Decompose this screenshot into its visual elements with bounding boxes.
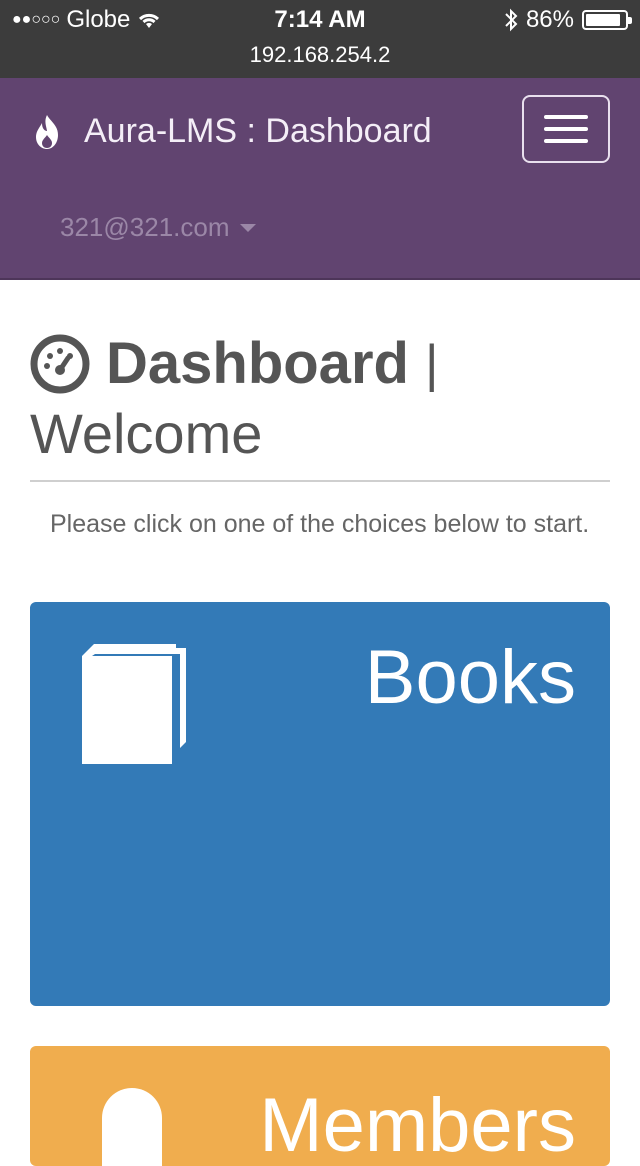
members-card-title: Members xyxy=(259,1083,576,1166)
page-title: Dashboard xyxy=(106,331,409,396)
caret-down-icon xyxy=(239,223,256,232)
menu-toggle-button[interactable] xyxy=(522,95,610,163)
brand-link[interactable]: Aura-LMS : Dashboard xyxy=(30,112,432,151)
hamburger-icon-bar xyxy=(544,127,588,131)
user-email: 321@321.com xyxy=(60,212,230,242)
page-header: Dashboard | Welcome xyxy=(30,330,610,466)
navbar: Aura-LMS : Dashboard 321@321.com xyxy=(0,78,640,280)
status-right: 86% xyxy=(504,6,632,34)
address-url[interactable]: 192.168.254.2 xyxy=(0,42,640,68)
title-separator: | xyxy=(424,334,439,393)
battery-percent: 86% xyxy=(525,6,574,33)
flame-icon xyxy=(36,114,58,149)
bluetooth-icon xyxy=(505,8,518,32)
members-card[interactable]: Members xyxy=(30,1046,610,1166)
user-icon xyxy=(102,1088,162,1166)
books-card-title: Books xyxy=(364,635,576,720)
header-divider xyxy=(30,480,610,482)
dashboard-icon xyxy=(30,334,90,393)
intro-text: Please click on one of the choices below… xyxy=(50,510,590,538)
page-subtitle: Welcome xyxy=(30,402,263,465)
status-bar: ●●○○○ Globe 7:14 AM 86% 192.168.254.2 xyxy=(0,0,640,78)
book-icon xyxy=(82,644,186,764)
user-dropdown[interactable]: 321@321.com xyxy=(60,212,256,243)
books-card[interactable]: Books xyxy=(30,602,610,1006)
hamburger-icon-bar xyxy=(544,139,588,143)
brand-title: Aura-LMS : Dashboard xyxy=(84,112,432,150)
battery-icon xyxy=(582,10,632,30)
hamburger-icon-bar xyxy=(544,115,588,119)
